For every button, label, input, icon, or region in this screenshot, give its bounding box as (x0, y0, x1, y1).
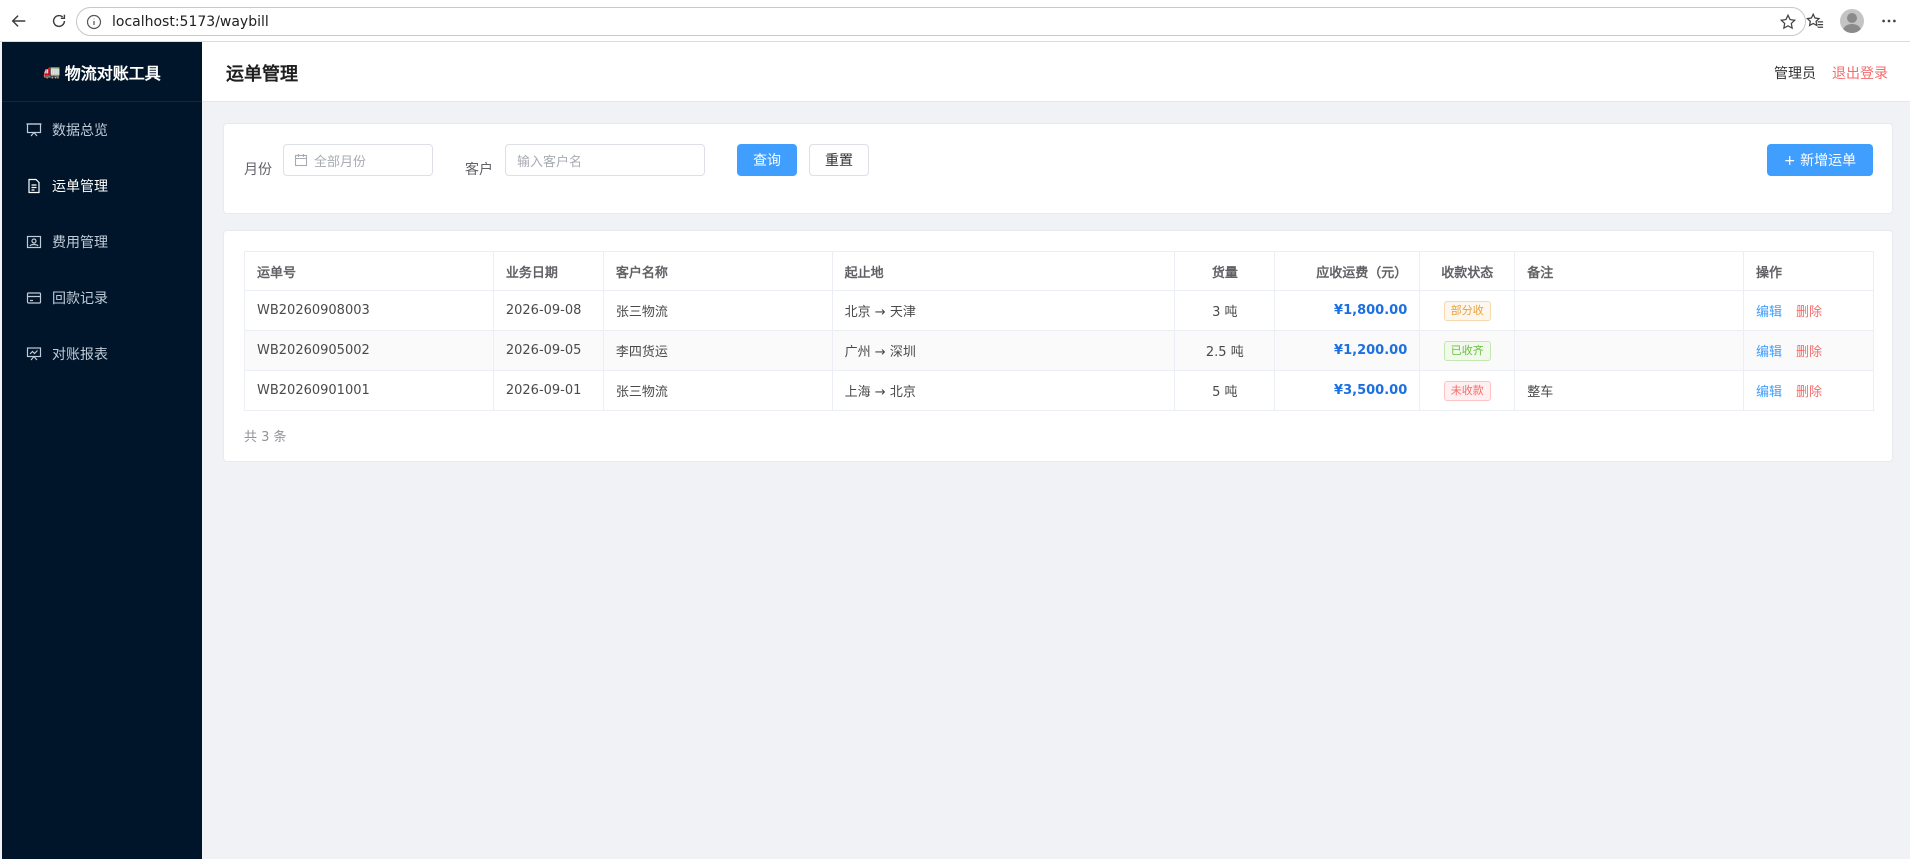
cell-route: 广州 → 深圳 (831, 330, 1176, 371)
sidebar: 🚛 物流对账工具 数据总览 运单管理 费用管理 回款记录 对账报表 (2, 42, 202, 859)
sidebar-item-expenses[interactable]: 费用管理 (2, 214, 202, 270)
sidebar-item-payments[interactable]: 回款记录 (2, 270, 202, 326)
sidebar-item-label: 回款记录 (52, 291, 108, 307)
customer-search-input[interactable]: 输入客户名 (505, 144, 705, 176)
header-user-area: 管理员 退出登录 (1774, 63, 1888, 83)
cell-remark: 整车 (1514, 370, 1744, 411)
cell-fee: ¥3,500.00 (1274, 370, 1421, 411)
cell-fee: ¥1,200.00 (1274, 330, 1421, 371)
col-date: 业务日期 (492, 251, 604, 291)
reset-button[interactable]: 重置 (809, 144, 869, 176)
presentation-icon (26, 122, 42, 138)
cell-waybill-no: WB20260908003 (244, 290, 494, 331)
waybill-table-card: 运单号 业务日期 客户名称 起止地 货量 应收运费（元） 收款状态 备注 操作 … (223, 230, 1893, 462)
cell-customer: 张三物流 (602, 370, 833, 411)
cell-remark (1514, 330, 1744, 371)
reload-icon[interactable] (46, 8, 72, 34)
cell-route: 上海 → 北京 (831, 370, 1176, 411)
cell-remark (1514, 290, 1744, 331)
customer-placeholder: 输入客户名 (517, 154, 583, 170)
report-icon (26, 346, 42, 362)
col-volume: 货量 (1174, 251, 1276, 291)
calendar-icon (294, 154, 308, 167)
table-header-row: 运单号 业务日期 客户名称 起止地 货量 应收运费（元） 收款状态 备注 操作 (244, 251, 1874, 291)
sidebar-item-reports[interactable]: 对账报表 (2, 326, 202, 382)
cell-volume: 2.5 吨 (1174, 330, 1276, 371)
document-icon (26, 178, 42, 194)
money-icon (26, 234, 42, 250)
filter-bar: 月份 全部月份 客户 输入客户名 查询 重置 + 新增运单 (223, 123, 1893, 214)
cell-volume: 3 吨 (1174, 290, 1276, 331)
add-waybill-button[interactable]: + 新增运单 (1767, 144, 1873, 176)
sidebar-item-label: 数据总览 (52, 123, 108, 139)
delete-link[interactable]: 删除 (1796, 345, 1822, 360)
cell-actions: 编辑 删除 (1743, 370, 1874, 411)
cell-date: 2026-09-01 (492, 370, 604, 411)
delete-link[interactable]: 删除 (1796, 305, 1822, 320)
cell-actions: 编辑 删除 (1743, 330, 1874, 371)
cell-customer: 张三物流 (602, 290, 833, 331)
favorites-icon[interactable] (1804, 10, 1826, 32)
col-waybill-no: 运单号 (244, 251, 494, 291)
col-remark: 备注 (1514, 251, 1744, 291)
info-icon[interactable] (86, 14, 102, 30)
cell-route: 北京 → 天津 (831, 290, 1176, 331)
cell-status: 部分收 (1419, 290, 1516, 331)
address-bar[interactable]: localhost:5173/waybill (76, 7, 1806, 36)
query-button[interactable]: 查询 (737, 144, 797, 176)
top-header: 运单管理 管理员 退出登录 (202, 42, 1910, 102)
sidebar-brand: 🚛 物流对账工具 (2, 42, 202, 102)
logout-link[interactable]: 退出登录 (1832, 63, 1888, 83)
total-count: 共 3 条 (244, 430, 287, 445)
col-actions: 操作 (1743, 251, 1874, 291)
month-label: 月份 (244, 162, 272, 178)
sidebar-item-label: 对账报表 (52, 347, 108, 363)
cell-date: 2026-09-08 (492, 290, 604, 331)
table-row: WB20260905002 2026-09-05 李四货运 广州 → 深圳 2.… (244, 330, 1874, 371)
profile-avatar[interactable] (1840, 9, 1864, 33)
month-picker[interactable]: 全部月份 (283, 144, 433, 176)
sidebar-menu: 数据总览 运单管理 费用管理 回款记录 对账报表 (2, 102, 202, 382)
edit-link[interactable]: 编辑 (1756, 385, 1782, 400)
delete-link[interactable]: 删除 (1796, 385, 1822, 400)
edit-link[interactable]: 编辑 (1756, 305, 1782, 320)
more-menu-icon[interactable] (1878, 10, 1900, 32)
cell-waybill-no: WB20260905002 (244, 330, 494, 371)
cell-customer: 李四货运 (602, 330, 833, 371)
sidebar-item-waybill[interactable]: 运单管理 (2, 158, 202, 214)
user-role: 管理员 (1774, 66, 1816, 82)
sidebar-item-label: 运单管理 (52, 179, 108, 195)
col-customer: 客户名称 (602, 251, 833, 291)
browser-toolbar: localhost:5173/waybill (0, 0, 1910, 42)
cell-status: 已收齐 (1419, 330, 1516, 371)
edit-link[interactable]: 编辑 (1756, 345, 1782, 360)
truck-icon: 🚛 (43, 63, 61, 80)
customer-label: 客户 (465, 162, 493, 178)
sidebar-item-dashboard[interactable]: 数据总览 (2, 102, 202, 158)
page-title: 运单管理 (226, 64, 298, 85)
cell-volume: 5 吨 (1174, 370, 1276, 411)
table-row: WB20260901001 2026-09-01 张三物流 上海 → 北京 5 … (244, 370, 1874, 411)
cell-fee: ¥1,800.00 (1274, 290, 1421, 331)
col-route: 起止地 (831, 251, 1176, 291)
cell-status: 未收款 (1419, 370, 1516, 411)
url-text[interactable]: localhost:5173/waybill (112, 14, 269, 30)
waybill-table: 运单号 业务日期 客户名称 起止地 货量 应收运费（元） 收款状态 备注 操作 … (244, 251, 1874, 411)
brand-name: 物流对账工具 (64, 63, 161, 83)
bookmark-star-icon[interactable] (1779, 13, 1797, 31)
cell-actions: 编辑 删除 (1743, 290, 1874, 331)
sidebar-item-label: 费用管理 (52, 235, 108, 251)
status-badge: 已收齐 (1443, 340, 1491, 361)
back-arrow-icon[interactable] (6, 8, 32, 34)
cell-date: 2026-09-05 (492, 330, 604, 371)
status-badge: 未收款 (1443, 380, 1491, 401)
month-placeholder: 全部月份 (314, 154, 367, 170)
cell-waybill-no: WB20260901001 (244, 370, 494, 411)
card-icon (26, 290, 42, 306)
table-row: WB20260908003 2026-09-08 张三物流 北京 → 天津 3 … (244, 290, 1874, 331)
col-status: 收款状态 (1419, 251, 1516, 291)
status-badge: 部分收 (1443, 300, 1491, 321)
col-fee: 应收运费（元） (1274, 251, 1421, 291)
